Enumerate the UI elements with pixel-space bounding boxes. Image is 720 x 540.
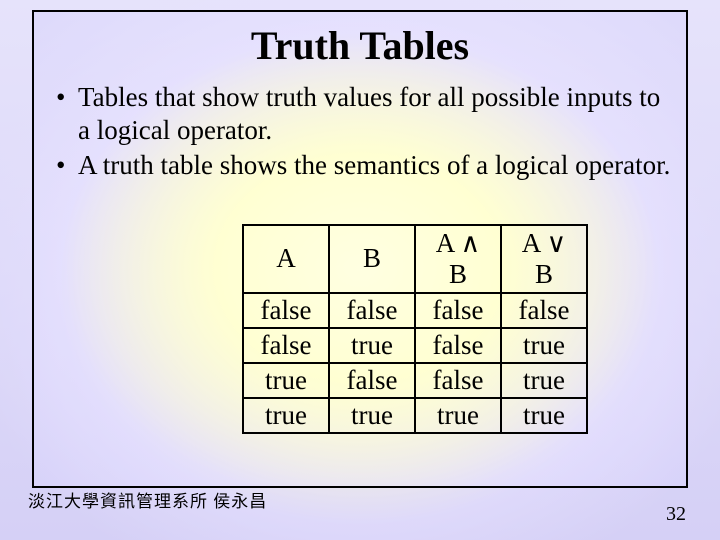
truth-table: A B A ∧ B A ∨ B false false false false	[242, 224, 588, 434]
cell: true	[501, 398, 587, 433]
col-header-or: A ∨ B	[501, 225, 587, 293]
cell: false	[243, 293, 329, 328]
col-header-and-line2: B	[426, 259, 490, 290]
bullet-text: A truth table shows the semantics of a l…	[78, 150, 670, 180]
cell: true	[501, 328, 587, 363]
cell: false	[415, 363, 501, 398]
bullet-list: Tables that show truth values for all po…	[34, 81, 686, 182]
cell: true	[243, 363, 329, 398]
cell: false	[415, 293, 501, 328]
col-header-a: A	[243, 225, 329, 293]
cell: false	[415, 328, 501, 363]
bullet-item: A truth table shows the semantics of a l…	[56, 149, 672, 182]
cell: true	[501, 363, 587, 398]
table-header-row: A B A ∧ B A ∨ B	[243, 225, 587, 293]
col-header-or-line2: B	[512, 259, 576, 290]
cell: true	[243, 398, 329, 433]
cell: true	[415, 398, 501, 433]
cell: false	[329, 293, 415, 328]
content-frame: Truth Tables Tables that show truth valu…	[32, 10, 688, 488]
cell: true	[329, 398, 415, 433]
table-row: true true true true	[243, 398, 587, 433]
truth-table-container: A B A ∧ B A ∨ B false false false false	[242, 224, 588, 434]
cell: false	[501, 293, 587, 328]
bullet-item: Tables that show truth values for all po…	[56, 81, 672, 147]
col-header-and: A ∧ B	[415, 225, 501, 293]
col-header-b: B	[329, 225, 415, 293]
col-header-and-line1: A ∧	[426, 228, 490, 259]
table-row: true false false true	[243, 363, 587, 398]
table-row: false false false false	[243, 293, 587, 328]
slide-title: Truth Tables	[34, 22, 686, 69]
col-header-or-line1: A ∨	[512, 228, 576, 259]
table-row: false true false true	[243, 328, 587, 363]
cell: false	[243, 328, 329, 363]
slide: Truth Tables Tables that show truth valu…	[0, 0, 720, 540]
cell: true	[329, 328, 415, 363]
cell: false	[329, 363, 415, 398]
slide-number: 32	[666, 503, 686, 526]
footer-credit: 淡江大學資訊管理系所 侯永昌	[28, 487, 267, 512]
bullet-text: Tables that show truth values for all po…	[78, 82, 660, 145]
